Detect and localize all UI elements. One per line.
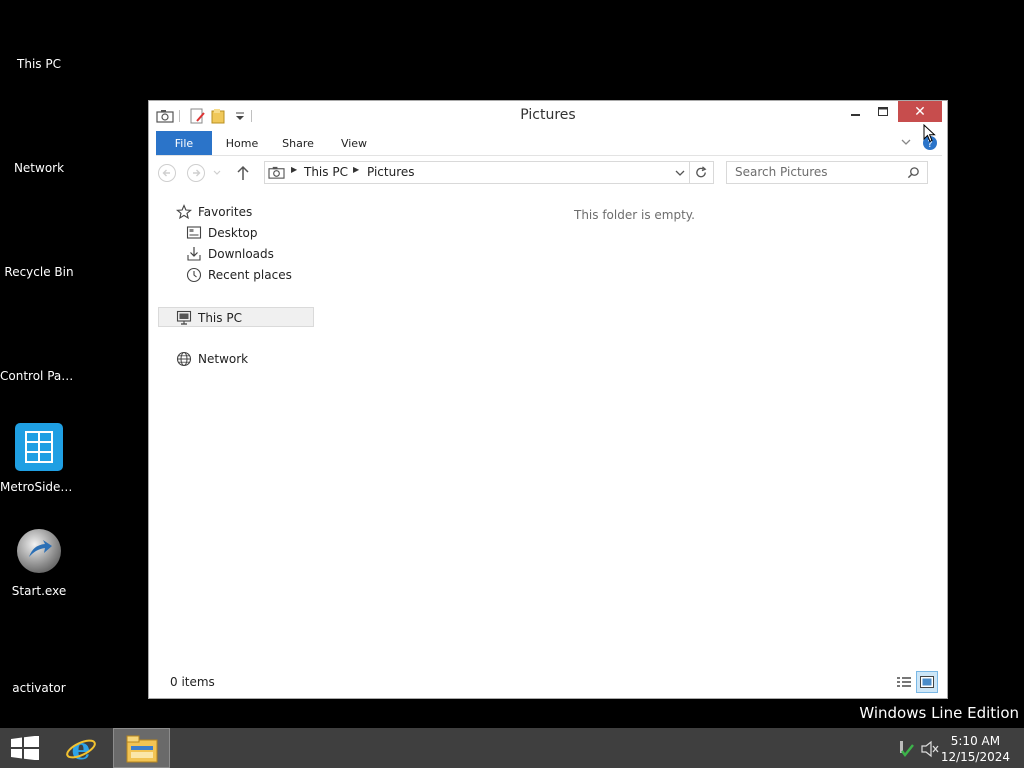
globe-icon [176, 351, 192, 366]
close-button[interactable]: ✕ [898, 101, 942, 122]
ribbon-divider [156, 155, 942, 156]
up-icon[interactable] [236, 165, 250, 181]
empty-folder-message: This folder is empty. [574, 208, 695, 222]
nav-label: Downloads [208, 247, 274, 261]
taskbar-internet-explorer[interactable]: e [56, 728, 106, 768]
internet-explorer-icon: e [66, 732, 96, 765]
explorer-window: Pictures ✕ File Home Share View ? ▶ This… [148, 100, 948, 699]
taskbar: e 5:10 AM 12/15/2024 [0, 728, 1024, 768]
svg-text:e: e [71, 732, 90, 765]
tab-file[interactable]: File [156, 131, 212, 155]
desktop-icon-activator[interactable]: activator [0, 681, 78, 695]
nav-recent-places[interactable]: Recent places [186, 265, 292, 285]
back-icon[interactable] [157, 163, 177, 183]
camera-icon [268, 166, 285, 179]
refresh-icon[interactable] [695, 166, 708, 179]
minimize-icon [851, 113, 860, 116]
nav-label: Desktop [208, 226, 258, 240]
nav-label: This PC [198, 311, 242, 325]
title-bar[interactable]: Pictures ✕ [149, 101, 947, 131]
navigation-pane: Favorites Desktop Downloads Recent place… [156, 197, 316, 667]
volume-muted-icon[interactable] [920, 740, 940, 758]
search-input[interactable]: Search Pictures [726, 161, 928, 184]
tab-view[interactable]: View [332, 131, 376, 155]
desktop-icon-recycle-bin[interactable]: Recycle Bin [0, 265, 78, 279]
breadcrumb-pictures[interactable]: Pictures [367, 165, 415, 179]
large-icons-view-icon [920, 676, 934, 688]
nav-label: Recent places [208, 268, 292, 282]
breadcrumb-this-pc[interactable]: This PC [304, 165, 348, 179]
desktop-icon-label: This PC [17, 57, 61, 71]
windows-logo-icon [11, 736, 39, 760]
clock-date: 12/15/2024 [940, 750, 1010, 764]
nav-favorites[interactable]: Favorites [176, 202, 252, 222]
download-icon [187, 246, 201, 261]
address-bar[interactable]: ▶ This PC ▶ Pictures [264, 161, 714, 184]
clock-icon [186, 267, 202, 282]
desktop-icon-label: Start.exe [11, 584, 67, 598]
desktop-icon-label: MetroSideb... [0, 480, 78, 494]
desktop-icon [186, 225, 202, 239]
taskbar-file-explorer[interactable] [113, 728, 170, 768]
search-placeholder: Search Pictures [735, 165, 828, 179]
file-explorer-icon [126, 735, 158, 763]
start-button[interactable] [0, 728, 50, 768]
nav-downloads[interactable]: Downloads [186, 244, 274, 264]
separator [689, 162, 690, 183]
status-bar: 0 items [149, 671, 947, 698]
close-icon: ✕ [914, 103, 926, 120]
taskbar-clock[interactable]: 5:10 AM 12/15/2024 [941, 733, 1010, 765]
desktop-icon-label: Control Panel [0, 369, 78, 383]
forward-icon[interactable] [186, 163, 206, 183]
nav-this-pc[interactable]: This PC [158, 307, 314, 327]
address-dropdown-icon[interactable] [675, 169, 685, 177]
computer-icon [176, 310, 192, 325]
nav-desktop[interactable]: Desktop [186, 223, 258, 243]
nav-label: Network [198, 352, 249, 366]
breadcrumb-separator-icon[interactable]: ▶ [353, 165, 359, 174]
tab-home[interactable]: Home [218, 131, 266, 155]
maximize-icon [877, 106, 888, 116]
search-icon[interactable] [907, 166, 920, 179]
address-row: ▶ This PC ▶ Pictures Search Pictures [156, 161, 942, 187]
expand-ribbon-icon[interactable] [900, 138, 912, 148]
desktop-icon-label: Network [13, 161, 65, 175]
desktop-icon-label: activator [12, 681, 66, 695]
clock-time: 5:10 AM [950, 734, 1001, 748]
desktop-icon-start-exe[interactable]: Start.exe [0, 527, 78, 598]
maximize-button[interactable] [869, 101, 897, 122]
edition-watermark: Windows Line Edition [859, 704, 1019, 722]
desktop-icon-this-pc[interactable]: This PC [0, 57, 78, 71]
desktop-icon-metrosidebar[interactable]: MetroSideb... [0, 423, 78, 494]
star-icon [176, 203, 192, 219]
large-icons-view-button[interactable] [916, 671, 938, 693]
metro-windows-icon [15, 423, 63, 471]
item-count: 0 items [170, 675, 215, 689]
action-center-icon[interactable] [897, 740, 915, 758]
minimize-button[interactable] [842, 101, 870, 122]
details-view-icon[interactable] [895, 673, 913, 691]
desktop-icon-label: Recycle Bin [4, 265, 74, 279]
breadcrumb-separator-icon[interactable]: ▶ [291, 165, 297, 174]
nav-label: Favorites [198, 205, 253, 219]
nav-network[interactable]: Network [176, 349, 248, 369]
recent-locations-icon[interactable] [212, 168, 222, 178]
tab-share[interactable]: Share [274, 131, 322, 155]
desktop-icon-control-panel[interactable]: Control Panel [0, 369, 78, 383]
window-title: Pictures [520, 107, 576, 123]
ribbon-tabs: File Home Share View ? [156, 131, 942, 155]
start-exe-icon [17, 529, 61, 573]
desktop-icon-network[interactable]: Network [0, 161, 78, 175]
mouse-cursor [923, 124, 936, 143]
